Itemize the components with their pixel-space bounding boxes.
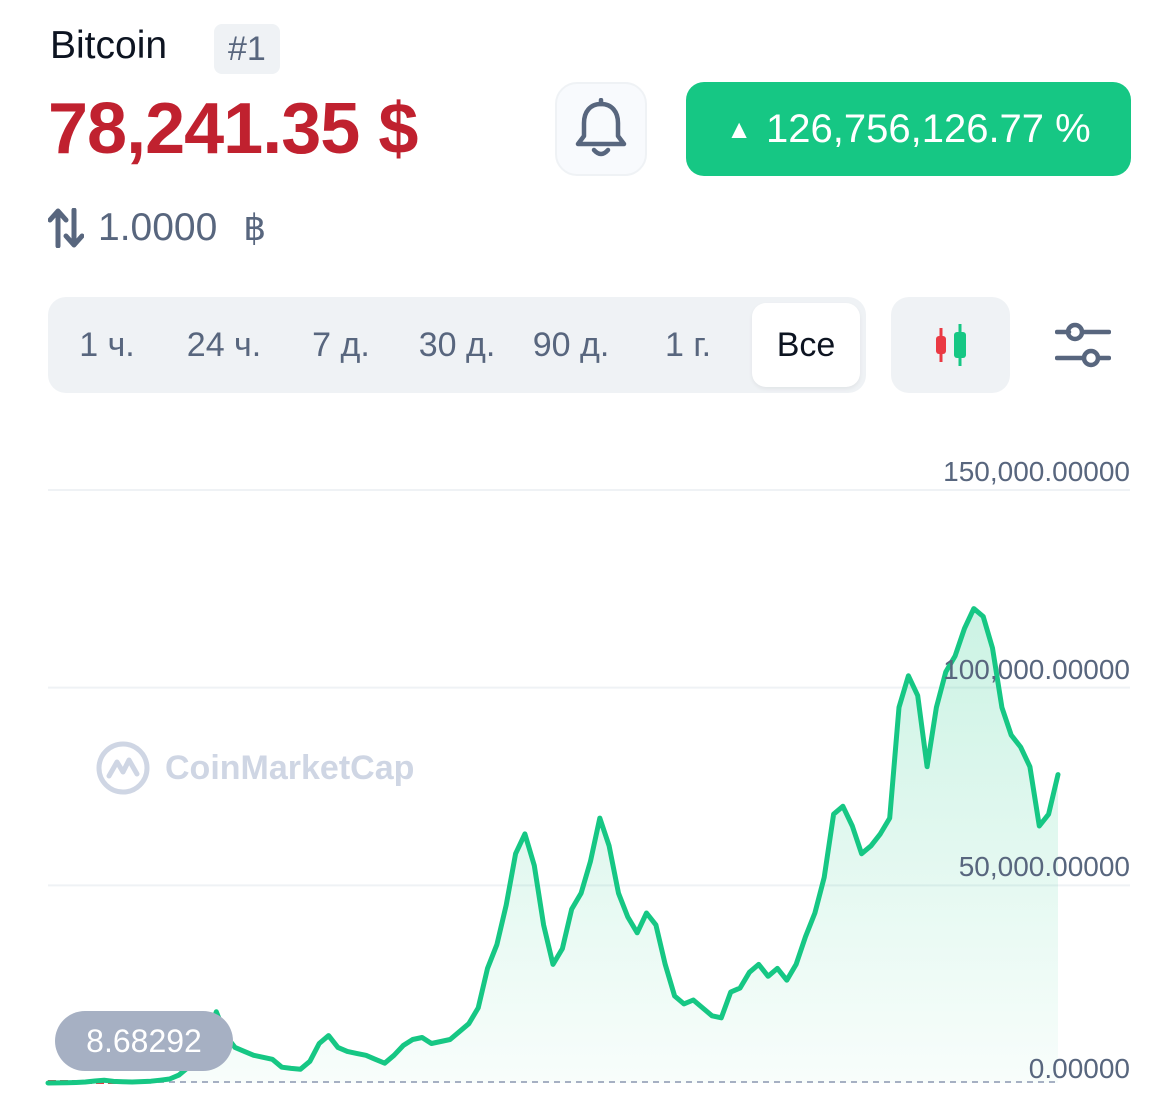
tab-all[interactable]: Все [752, 303, 860, 387]
bell-icon [575, 98, 627, 157]
y-tick-label: 100,000.00000 [943, 653, 1130, 685]
price-alert-button[interactable] [555, 82, 647, 176]
price-chart[interactable] [0, 430, 1170, 1095]
tab-30d[interactable]: 30 д. [404, 297, 510, 393]
btc-symbol: ฿ [243, 207, 267, 248]
tab-24h[interactable]: 24 ч. [168, 297, 280, 393]
conversion-value: 1.0000 [98, 206, 218, 249]
tab-90d[interactable]: 90 д. [518, 297, 624, 393]
y-tick-label: 50,000.00000 [958, 851, 1130, 883]
tab-7d[interactable]: 7 д. [294, 297, 388, 393]
candlestick-icon [935, 324, 966, 366]
y-tick-label: 0.00000 [1028, 1053, 1130, 1084]
start-price-badge: 8.68292 [55, 1011, 233, 1071]
swap-arrows-icon [48, 208, 84, 248]
candlestick-toggle-button[interactable] [891, 297, 1010, 393]
price-value: 78,241.35 $ [48, 89, 418, 169]
chart-settings-button[interactable] [1048, 312, 1118, 378]
price-change-value: 126,756,126.77 % [766, 106, 1091, 151]
tab-1h[interactable]: 1 ч. [60, 297, 154, 393]
rank-badge: #1 [214, 24, 280, 74]
coin-name: Bitcoin [50, 24, 168, 67]
conversion-row[interactable]: 1.0000 ฿ [48, 206, 266, 250]
price-change-badge: ▲ 126,756,126.77 % [686, 82, 1131, 176]
tab-1y[interactable]: 1 г. [646, 297, 730, 393]
period-selector: 1 ч. 24 ч. 7 д. 30 д. 90 д. 1 г. Все [48, 297, 866, 393]
caret-up-icon: ▲ [726, 113, 752, 144]
sliders-icon [1055, 322, 1111, 368]
y-tick-label: 150,000.00000 [943, 456, 1130, 487]
